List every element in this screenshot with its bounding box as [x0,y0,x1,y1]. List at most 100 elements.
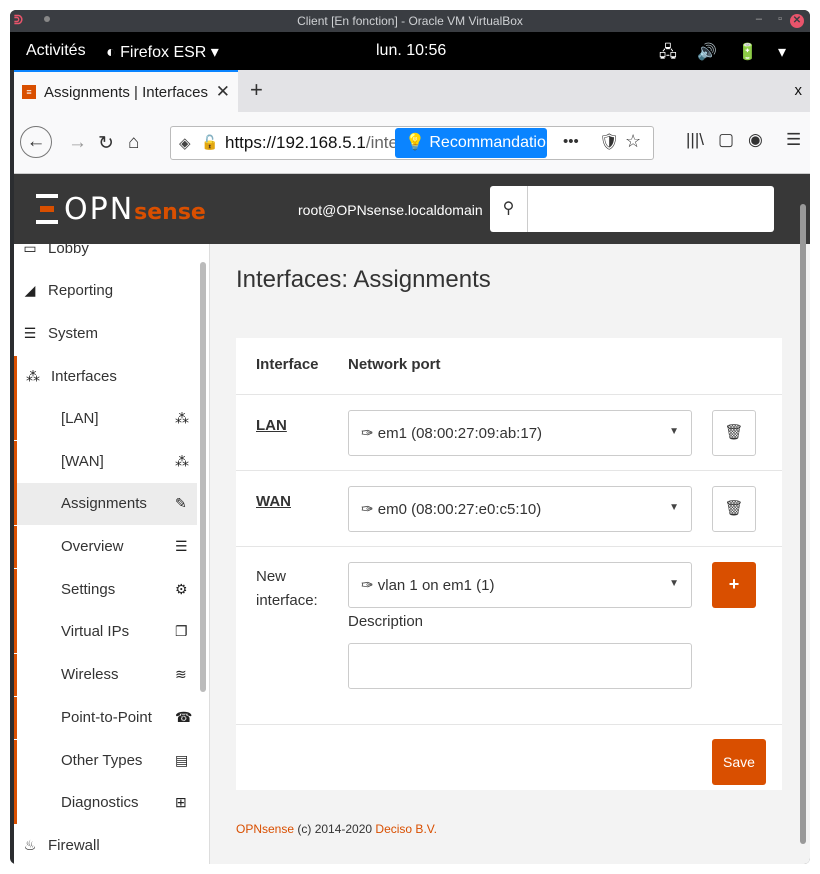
firefox-icon: ◐ [106,44,121,61]
sidebar-item-settings[interactable]: Settings ⚙ [14,569,197,611]
back-button[interactable]: ← [20,126,52,158]
sidebar-item-label: Diagnostics [61,794,139,811]
add-interface-button[interactable]: + [712,562,756,608]
sidebar-item-firewall[interactable]: ♨ Firewall [14,825,197,864]
system-tray[interactable]: 🖧 🔊 🔋 ▾ [659,41,794,68]
col-network-port: Network port [348,356,441,373]
sidebar-item-interfaces[interactable]: ⁂ Interfaces [14,356,197,398]
opnsense-favicon-icon: ≡ [22,85,36,99]
tab-title: Assignments | Interfaces [44,84,208,101]
tab-close-button[interactable]: ✕ [216,82,230,102]
reload-button[interactable]: ↻ [98,132,114,155]
url-text[interactable]: https://192.168.5.1/inte [225,133,395,153]
save-button[interactable]: Save [712,739,766,785]
search-input[interactable] [528,186,774,232]
opnsense-header: OPNsense root@OPNsense.localdomain ⚲ [14,174,810,244]
maximize-button[interactable]: ▫ [778,13,782,25]
page-scrollbar[interactable] [800,204,806,844]
hamburger-menu-icon[interactable]: ☰ [786,130,801,150]
new-interface-label: New interface: [256,568,318,609]
tab-assignments[interactable]: ≡ Assignments | Interfaces ✕ [14,70,238,112]
sidebar-item-label: Virtual IPs [61,623,130,640]
sidebar-item-label: Wireless [61,666,119,683]
sidebar-toggle-icon[interactable]: ▢ [718,130,734,150]
sidebar-item-wireless[interactable]: Wireless ≋ [14,654,197,696]
trash-icon: 🗑 [724,500,744,517]
trash-icon: 🗑 [724,424,744,441]
sidebar-item-wan[interactable]: [WAN] ⁂ [14,441,197,483]
table-row: LAN ✑ em1 (08:00:27:09:ab:17) ▼ 🗑 [236,394,782,470]
sidebar-item-reporting[interactable]: ◢ Reporting [14,270,197,312]
library-icon[interactable]: |||\ [686,130,704,150]
footer-copyright: (c) 2014-2020 [294,822,376,836]
network-port-select-lan[interactable]: ✑ em1 (08:00:27:09:ab:17) ▼ [348,410,692,456]
sidebar-item-label: Overview [61,538,124,555]
sidebar: ▭ Lobby ◢ Reporting ☰ System ⁂ Interfaces [L… [14,244,210,864]
sidebar-item-point-to-point[interactable]: Point-to-Point ☎ [14,697,197,739]
close-browser-button[interactable]: x [795,82,803,99]
home-button[interactable]: ⌂ [128,132,139,154]
phone-icon: ☎ [175,709,193,725]
close-window-button[interactable]: ✕ [790,14,804,28]
footer-brand-link[interactable]: OPNsense [236,822,294,836]
minimize-button[interactable]: – [756,13,762,25]
sidebar-item-other-types[interactable]: Other Types ▤ [14,740,197,782]
sidebar-item-lan[interactable]: [LAN] ⁂ [14,398,197,440]
delete-wan-button[interactable]: 🗑 [712,486,756,532]
app-menu[interactable]: ◐ Firefox ESR ▾ [106,42,219,62]
select-value: em0 (08:00:27:e0:c5:10) [377,501,542,518]
forward-button[interactable]: → [68,132,87,154]
pencil-icon: ✎ [175,495,187,511]
table-header: Interface Network port [236,338,782,394]
cogs-icon: ⚙ [175,581,188,597]
vm-window: ᕲ Client [En fonction] - Oracle VM Virtu… [10,10,810,864]
new-interface-row: New interface: ✑ vlan 1 on em1 (1) ▼ + De… [236,546,782,724]
interface-link-wan[interactable]: WAN [256,493,291,510]
description-label: Description [348,613,424,630]
sidebar-item-label: Assignments [61,495,147,512]
sidebar-item-overview[interactable]: Overview ☰ [14,526,197,568]
recommendation-button[interactable]: 💡 Recommandation [395,128,555,158]
sidebar-scrollbar[interactable] [200,262,206,692]
sidebar-item-virtual-ips[interactable]: Virtual IPs ❐ [14,611,197,653]
assignments-card: Interface Network port LAN ✑ em1 (08:00:… [236,338,782,790]
fire-icon: ♨ [23,837,37,853]
description-input[interactable] [348,643,692,689]
sidebar-item-lobby[interactable]: ▭ Lobby [14,244,197,270]
bookmark-star-icon[interactable]: ☆ [625,131,641,152]
opnsense-logo[interactable]: OPNsense [36,192,206,227]
new-interface-port-select[interactable]: ✑ vlan 1 on em1 (1) ▼ [348,562,692,608]
clock[interactable]: lun. 10:56 [376,42,446,60]
tab-strip: ≡ Assignments | Interfaces ✕ + x [14,70,810,112]
sidebar-item-label: Settings [61,581,116,598]
sidebar-item-diagnostics[interactable]: Diagnostics ⊞ [14,782,197,824]
server-icon: ☰ [23,325,37,341]
nav-bar: ← → ↻ ⌂ ◈ 🔓 https://192.168.5.1/inte 💡 R… [14,112,810,174]
delete-lan-button[interactable]: 🗑 [712,410,756,456]
plug-icon: ✑ [361,501,378,518]
select-value: vlan 1 on em1 (1) [377,577,495,594]
insecure-lock-icon[interactable]: 🔓 [201,134,218,151]
caret-down-icon: ▼ [669,502,679,513]
page-actions-button[interactable]: ••• [563,133,579,150]
pocket-icon[interactable]: 🛡 [599,132,619,152]
medkit-icon: ⊞ [175,794,187,810]
network-port-select-wan[interactable]: ✑ em0 (08:00:27:e0:c5:10) ▼ [348,486,692,532]
tracking-shield-icon[interactable]: ◈ [179,134,191,152]
new-tab-button[interactable]: + [250,77,263,103]
sidebar-item-system[interactable]: ☰ System [14,313,197,355]
search-icon[interactable]: ⚲ [490,186,528,232]
sidebar-item-assignments[interactable]: Assignments ✎ [14,483,197,525]
wifi-icon: ≋ [175,666,187,682]
sidebar-item-label: System [48,325,99,342]
caret-down-icon: ▼ [669,578,679,589]
url-bar[interactable]: ◈ 🔓 https://192.168.5.1/inte 💡 Recommand… [170,126,654,160]
footer-company-link[interactable]: Deciso B.V. [375,822,437,836]
save-row: Save [236,724,782,790]
sitemap-icon: ⁂ [175,453,189,469]
interface-link-lan[interactable]: LAN [256,417,287,434]
account-icon[interactable]: ◉ [748,130,763,150]
sidebar-item-label: [WAN] [61,453,104,470]
activities-button[interactable]: Activités [26,42,86,60]
opnsense-page: OPNsense root@OPNsense.localdomain ⚲ ▭ Lo… [14,174,810,864]
